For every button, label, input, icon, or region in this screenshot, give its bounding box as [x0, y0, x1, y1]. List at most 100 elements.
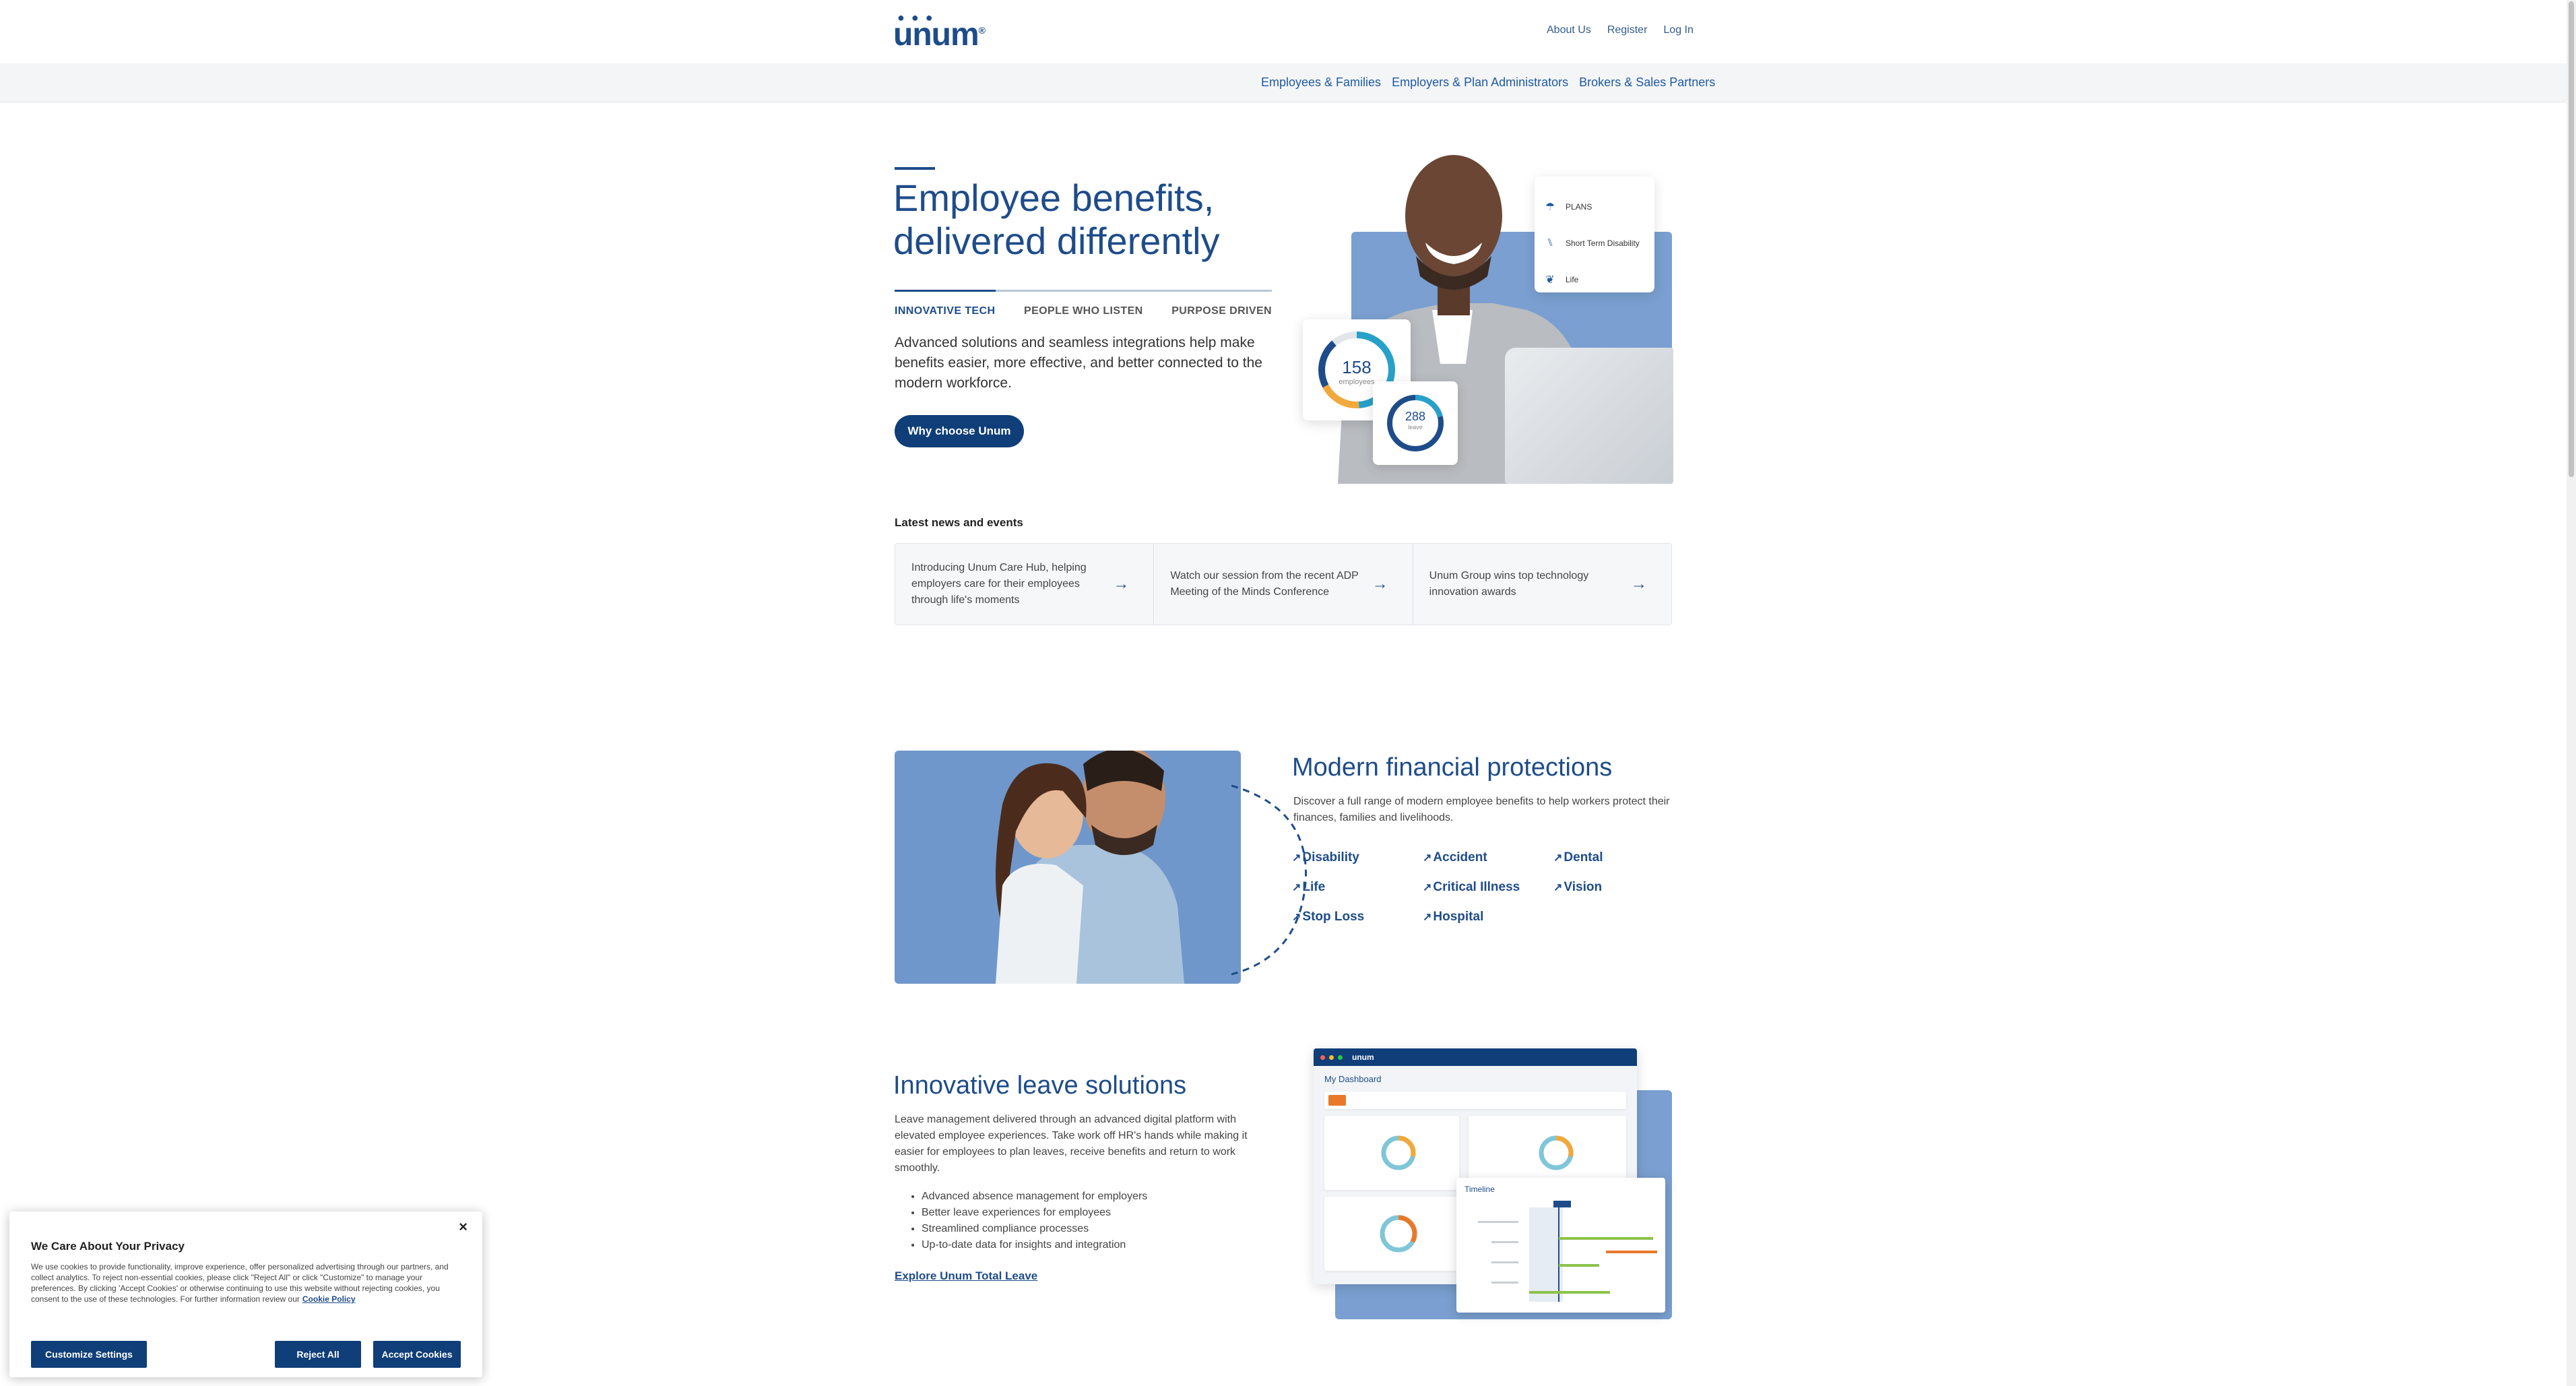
active-tab-indicator	[895, 290, 996, 292]
hero-title: Employee benefits, delivered differently	[893, 177, 1311, 263]
cookie-body: We use cookies to provide functionality,…	[31, 1262, 449, 1304]
cookie-consent-dialog: × We Care About Your Privacy We use cook…	[9, 1211, 482, 1377]
news-item-text: Introducing Unum Care Hub, helping emplo…	[911, 562, 1087, 606]
critical-illness-label: Critical Illness	[1433, 880, 1520, 894]
leave-count: 288	[1405, 410, 1426, 423]
list-item: Better leave experiences for employees	[922, 1205, 1147, 1221]
leaf-icon: ❦	[1545, 274, 1555, 286]
utility-nav: About Us Register Log In	[1547, 24, 1694, 36]
stop-loss-link[interactable]: ↗ Stop Loss	[1292, 910, 1423, 924]
tab-innovative-tech[interactable]: INNOVATIVE TECH	[895, 305, 995, 317]
dental-label: Dental	[1564, 850, 1603, 864]
leave-donut-label: 288 leave	[1373, 410, 1458, 431]
life-label: Life	[1566, 275, 1579, 284]
about-us-link[interactable]: About Us	[1547, 24, 1591, 36]
site-header: ●●● unum® About Us Register Log In	[0, 0, 2567, 63]
plans-card: ☂ PLANS ⑊ Short Term Disability ❦ Life	[1535, 177, 1654, 292]
news-list: Introducing Unum Care Hub, helping emplo…	[895, 543, 1672, 625]
external-arrow-icon: ↗	[1423, 882, 1432, 893]
leave-title: Innovative leave solutions	[893, 1071, 1187, 1100]
hospital-link[interactable]: ↗ Hospital	[1423, 910, 1553, 924]
timeline-card: Timeline	[1456, 1178, 1665, 1313]
external-arrow-icon: ↗	[1292, 882, 1301, 893]
protections-links: ↗ Disability ↗ Accident ↗ Dental ↗ Life ↗ Cri…	[1292, 850, 1683, 924]
hero-accent-rule	[895, 167, 935, 170]
external-arrow-icon: ↗	[1423, 852, 1432, 864]
father-daughter-image	[996, 751, 1184, 984]
leave-donut-card: 288 leave	[1373, 381, 1458, 465]
external-arrow-icon: ↗	[1553, 882, 1563, 893]
accident-label: Accident	[1433, 850, 1487, 864]
news-item[interactable]: Introducing Unum Care Hub, helping emplo…	[895, 544, 1155, 625]
disability-link[interactable]: ↗ Disability	[1292, 850, 1423, 865]
employees-count: 158	[1342, 357, 1372, 377]
registered-mark: ®	[978, 25, 986, 36]
news-item-text: Watch our session from the recent ADP Me…	[1170, 570, 1359, 598]
window-dot	[1320, 1054, 1325, 1060]
accept-cookies-button[interactable]: Accept Cookies	[373, 1341, 461, 1368]
dashboard-topbar: unum	[1314, 1048, 1637, 1066]
cookie-policy-link[interactable]: Cookie Policy	[302, 1294, 356, 1304]
crutches-icon: ⑊	[1547, 237, 1553, 249]
tab-purpose-driven[interactable]: PURPOSE DRIVEN	[1171, 305, 1272, 317]
list-item: Streamlined compliance processes	[922, 1221, 1147, 1237]
news-item-text: Unum Group wins top technology innovatio…	[1429, 570, 1589, 598]
dashboard-card	[1324, 1197, 1459, 1271]
audience-bar: Employees & Families Employers & Plan Ad…	[0, 63, 2567, 102]
laptop-image	[1505, 348, 1673, 484]
cookie-title: We Care About Your Privacy	[31, 1240, 185, 1253]
critical-illness-link[interactable]: ↗ Critical Illness	[1423, 880, 1553, 895]
brokers-sales-partners-link[interactable]: Brokers & Sales Partners	[1579, 75, 1715, 90]
hero-tabs: INNOVATIVE TECH PEOPLE WHO LISTEN PURPOS…	[895, 290, 1272, 317]
employees-families-link[interactable]: Employees & Families	[1261, 75, 1381, 90]
external-arrow-icon: ↗	[1553, 852, 1563, 864]
window-dot	[1329, 1054, 1334, 1060]
window-dot	[1338, 1054, 1343, 1060]
cookie-text: We use cookies to provide functionality,…	[31, 1261, 469, 1304]
log-in-link[interactable]: Log In	[1663, 24, 1693, 36]
hospital-label: Hospital	[1433, 910, 1484, 924]
hero-description: Advanced solutions and seamless integrat…	[895, 335, 1262, 391]
employers-plan-admins-link[interactable]: Employers & Plan Administrators	[1392, 75, 1568, 90]
timeline-chart	[1478, 1201, 1657, 1302]
dashboard-card	[1324, 1116, 1459, 1190]
leave-description: Leave management delivered through an ad…	[895, 1114, 1248, 1174]
audience-nav: Employees & Families Employers & Plan Ad…	[1261, 75, 1715, 90]
short-term-disability-label: Short Term Disability	[1566, 239, 1640, 248]
disability-label: Disability	[1302, 850, 1359, 864]
explore-total-leave-link[interactable]: Explore Unum Total Leave	[895, 1269, 1037, 1283]
arrow-right-icon: →	[1372, 575, 1388, 593]
news-heading: Latest news and events	[895, 516, 1023, 529]
close-icon[interactable]: ×	[459, 1218, 468, 1236]
scrollbar-thumb[interactable]	[2569, 1, 2574, 477]
logo-dots: ●●●	[897, 11, 940, 24]
register-link[interactable]: Register	[1607, 24, 1648, 36]
page-scrollbar[interactable]	[2567, 0, 2576, 1386]
arrow-right-icon: →	[1113, 575, 1130, 593]
tab-people-who-listen[interactable]: PEOPLE WHO LISTEN	[1024, 305, 1143, 317]
notification-badge	[1328, 1095, 1346, 1106]
external-arrow-icon: ↗	[1292, 852, 1301, 864]
news-item[interactable]: Watch our session from the recent ADP Me…	[1154, 544, 1413, 625]
timeline-title: Timeline	[1464, 1185, 1495, 1194]
vision-link[interactable]: ↗ Vision	[1553, 880, 1684, 895]
accident-link[interactable]: ↗ Accident	[1423, 850, 1553, 865]
dental-link[interactable]: ↗ Dental	[1553, 850, 1684, 865]
dashboard-visual: unum My Dashboard Timeline	[1314, 1048, 1672, 1319]
hero-visual: ☂ PLANS ⑊ Short Term Disability ❦ Life 158 …	[1297, 141, 1673, 484]
news-item[interactable]: Unum Group wins top technology innovatio…	[1413, 544, 1671, 625]
reject-all-button[interactable]: Reject All	[275, 1341, 361, 1368]
leave-bullets: Advanced absence management for employer…	[922, 1189, 1147, 1253]
plans-label: PLANS	[1566, 202, 1592, 212]
dashboard-donut	[1381, 1135, 1416, 1170]
customize-settings-button[interactable]: Customize Settings	[31, 1341, 147, 1368]
umbrella-icon: ☂	[1545, 201, 1555, 213]
dashboard-brand: unum	[1352, 1052, 1374, 1062]
leave-caption: leave	[1408, 424, 1423, 431]
why-choose-unum-button[interactable]: Why choose Unum	[895, 415, 1024, 447]
external-arrow-icon: ↗	[1423, 912, 1432, 923]
life-link[interactable]: ↗ Life	[1292, 880, 1423, 895]
list-item: Advanced absence management for employer…	[922, 1189, 1147, 1205]
unum-logo[interactable]: ●●● unum®	[893, 11, 986, 53]
family-visual	[895, 707, 1308, 984]
